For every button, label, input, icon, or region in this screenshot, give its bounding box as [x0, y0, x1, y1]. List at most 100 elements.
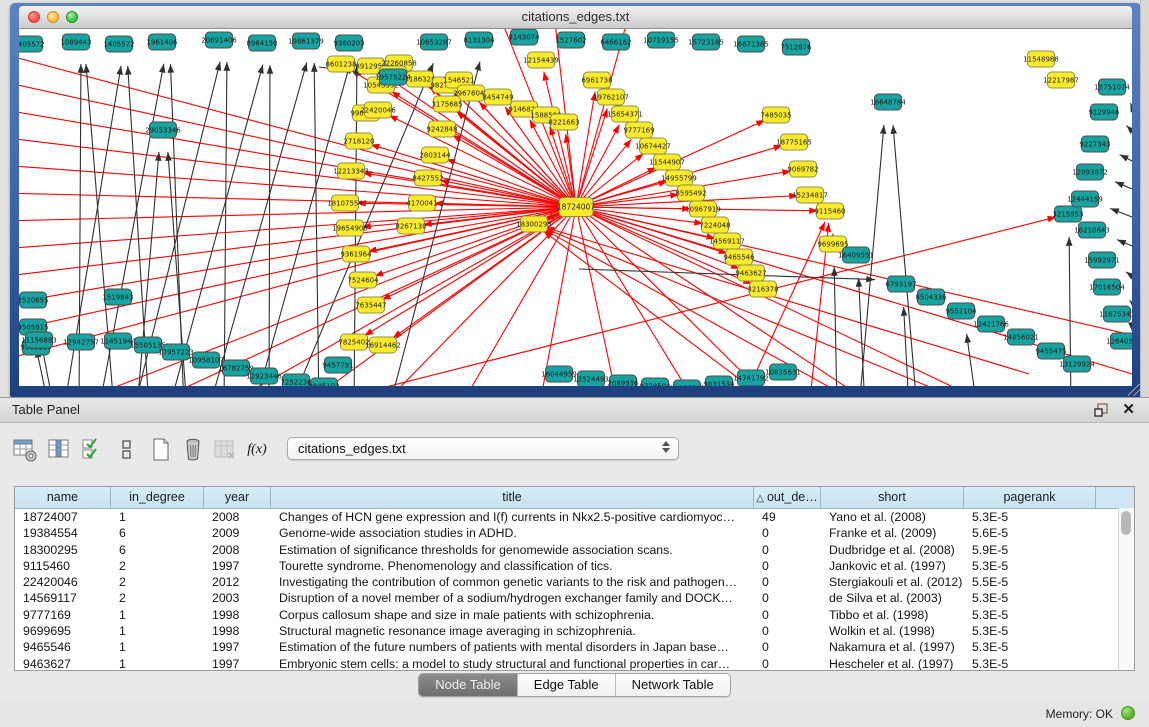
graph-node[interactable]: 6466162: [600, 34, 631, 50]
graph-node[interactable]: 9227343: [1079, 136, 1110, 152]
graph-node[interactable]: 15654371: [607, 106, 643, 122]
graph-node[interactable]: 18300295: [516, 216, 552, 232]
graph-node[interactable]: 8427552: [412, 170, 443, 186]
tab-node-table[interactable]: Node Table: [419, 674, 518, 696]
graph-node[interactable]: 8964150: [246, 35, 277, 51]
graph-node[interactable]: 19861379: [288, 33, 324, 49]
graph-node[interactable]: 8267130: [395, 218, 426, 234]
table-row[interactable]: 1830029562008Estimation of significance …: [15, 542, 1134, 558]
graph-node[interactable]: 14569117: [709, 233, 745, 249]
graph-node[interactable]: 9552104: [945, 303, 977, 319]
graph-node[interactable]: 9463627: [735, 265, 766, 281]
graph-node[interactable]: 20691406: [201, 32, 237, 48]
graph-node[interactable]: 16914462: [365, 337, 401, 353]
resize-grip[interactable]: [1128, 384, 1140, 396]
graph-node[interactable]: 9455475: [1035, 343, 1066, 359]
float-panel-icon[interactable]: [1093, 402, 1109, 418]
table-row[interactable]: 946554611997Estimation of the future num…: [15, 639, 1134, 655]
graph-node[interactable]: 9831534: [703, 376, 735, 386]
graph-node[interactable]: 19654903: [332, 220, 368, 236]
graph-node[interactable]: 9069782: [787, 161, 818, 177]
graph-node[interactable]: 8601238: [325, 56, 356, 72]
delete-table-icon[interactable]: [180, 437, 206, 463]
graph-node[interactable]: 4170041: [406, 195, 437, 211]
network-window[interactable]: citations_edges.txt 18724007183002958601…: [10, 3, 1141, 397]
graph-node[interactable]: 9242848: [426, 121, 457, 137]
graph-node[interactable]: 10967919: [685, 201, 721, 217]
column-chooser-icon[interactable]: [46, 437, 72, 463]
table-row[interactable]: 1938455462009Genome-wide association stu…: [15, 525, 1134, 541]
graph-node[interactable]: 1089443: [60, 34, 91, 50]
graph-node[interactable]: 2803144: [419, 147, 451, 163]
graph-node[interactable]: 12942757: [63, 334, 99, 350]
graph-node[interactable]: 29053346: [145, 122, 181, 138]
function-builder-icon[interactable]: f(x): [244, 437, 270, 463]
graph-node[interactable]: 14956021: [1003, 329, 1039, 345]
close-panel-icon[interactable]: ✕: [1122, 400, 1135, 418]
graph-node[interactable]: 18775165: [776, 134, 812, 150]
graph-node[interactable]: 12444159: [1067, 191, 1103, 207]
table-row[interactable]: 1872400712008Changes of HCN gene express…: [15, 509, 1134, 525]
graph-node[interactable]: 6961738: [581, 72, 612, 88]
graph-node[interactable]: 19575224: [375, 69, 411, 85]
graph-node[interactable]: 12640551: [1106, 333, 1132, 349]
table-settings-icon[interactable]: [12, 437, 38, 463]
graph-node[interactable]: 12923446: [246, 368, 282, 384]
graph-node[interactable]: 19762107: [593, 89, 629, 105]
graph-node[interactable]: 8131304: [463, 32, 495, 48]
graph-node[interactable]: 3175685: [431, 96, 462, 112]
graph-node[interactable]: 15751074: [1094, 79, 1130, 95]
table-row[interactable]: 1456911722003Disruption of a novel membe…: [15, 590, 1134, 606]
graph-node[interactable]: 17016504: [1089, 279, 1125, 295]
graph-node[interactable]: 9360203: [333, 35, 364, 51]
graph-node[interactable]: 11156883: [21, 332, 57, 348]
table-row[interactable]: 977716911998Corpus callosum shape and si…: [15, 607, 1134, 623]
graph-node[interactable]: 7485035: [760, 107, 791, 123]
table-row[interactable]: 2242004622012Investigating the contribut…: [15, 574, 1134, 590]
table-row[interactable]: 946362711997Embryonic stem cells: a mode…: [15, 656, 1134, 671]
graph-node[interactable]: 10653287: [416, 34, 452, 50]
graph-node[interactable]: 10674427: [635, 138, 671, 154]
vertical-scrollbar[interactable]: [1118, 508, 1134, 670]
graph-node[interactable]: 8728504: [639, 378, 671, 386]
graph-node[interactable]: 3215953: [1052, 206, 1083, 222]
table-selector-dropdown[interactable]: citations_edges.txt: [287, 437, 679, 460]
graph-node[interactable]: 10835631: [765, 364, 801, 380]
graph-node[interactable]: 1405572: [103, 36, 134, 52]
graph-node[interactable]: 15992971: [1084, 252, 1120, 268]
column-header-short[interactable]: short: [821, 487, 964, 508]
graph-node[interactable]: 8595492: [675, 185, 706, 201]
graph-node[interactable]: 9361964: [340, 246, 372, 262]
column-header-out_de[interactable]: △out_de…: [754, 487, 821, 508]
graph-node[interactable]: 9777169: [623, 122, 654, 138]
graph-node[interactable]: 8143074: [508, 29, 540, 45]
graph-node[interactable]: 12213343: [333, 163, 369, 179]
graph-node[interactable]: 10719155: [643, 32, 679, 48]
select-rows-icon[interactable]: [80, 437, 106, 463]
column-header-pagerank[interactable]: pagerank: [964, 487, 1096, 508]
graph-node[interactable]: 11548988: [1023, 51, 1059, 67]
graph-node[interactable]: 9129946: [1088, 104, 1120, 120]
table-row[interactable]: 911546021997Tourette syndrome. Phenomeno…: [15, 558, 1134, 574]
graph-node[interactable]: 14955799: [661, 170, 697, 186]
column-header-title[interactable]: title: [271, 487, 754, 508]
graph-node[interactable]: 11544907: [649, 154, 685, 170]
table-row[interactable]: 969969511998Structural magnetic resonanc…: [15, 623, 1134, 639]
graph-node[interactable]: 7512876: [780, 39, 812, 55]
graph-node[interactable]: 7224048: [699, 217, 730, 233]
graph-hub-node[interactable]: 18724007: [557, 198, 595, 217]
graph-node[interactable]: 18107554: [327, 195, 363, 211]
graph-node[interactable]: 12524493: [573, 371, 609, 386]
graph-node[interactable]: 1527602: [555, 32, 586, 48]
graph-node[interactable]: 14741792: [733, 370, 769, 386]
graph-node[interactable]: 2089936: [607, 375, 639, 386]
graph-node[interactable]: 2405572: [19, 36, 45, 52]
graph-node[interactable]: 15234817: [792, 187, 828, 203]
graph-node[interactable]: 16671385: [733, 36, 769, 52]
graph-node[interactable]: 16409551: [838, 247, 874, 263]
column-header-name[interactable]: name: [15, 487, 111, 508]
graph-node[interactable]: 12093872: [1072, 164, 1108, 180]
scrollbar-thumb[interactable]: [1121, 511, 1131, 535]
new-table-icon[interactable]: [148, 437, 174, 463]
graph-node[interactable]: 7635447: [355, 297, 386, 313]
